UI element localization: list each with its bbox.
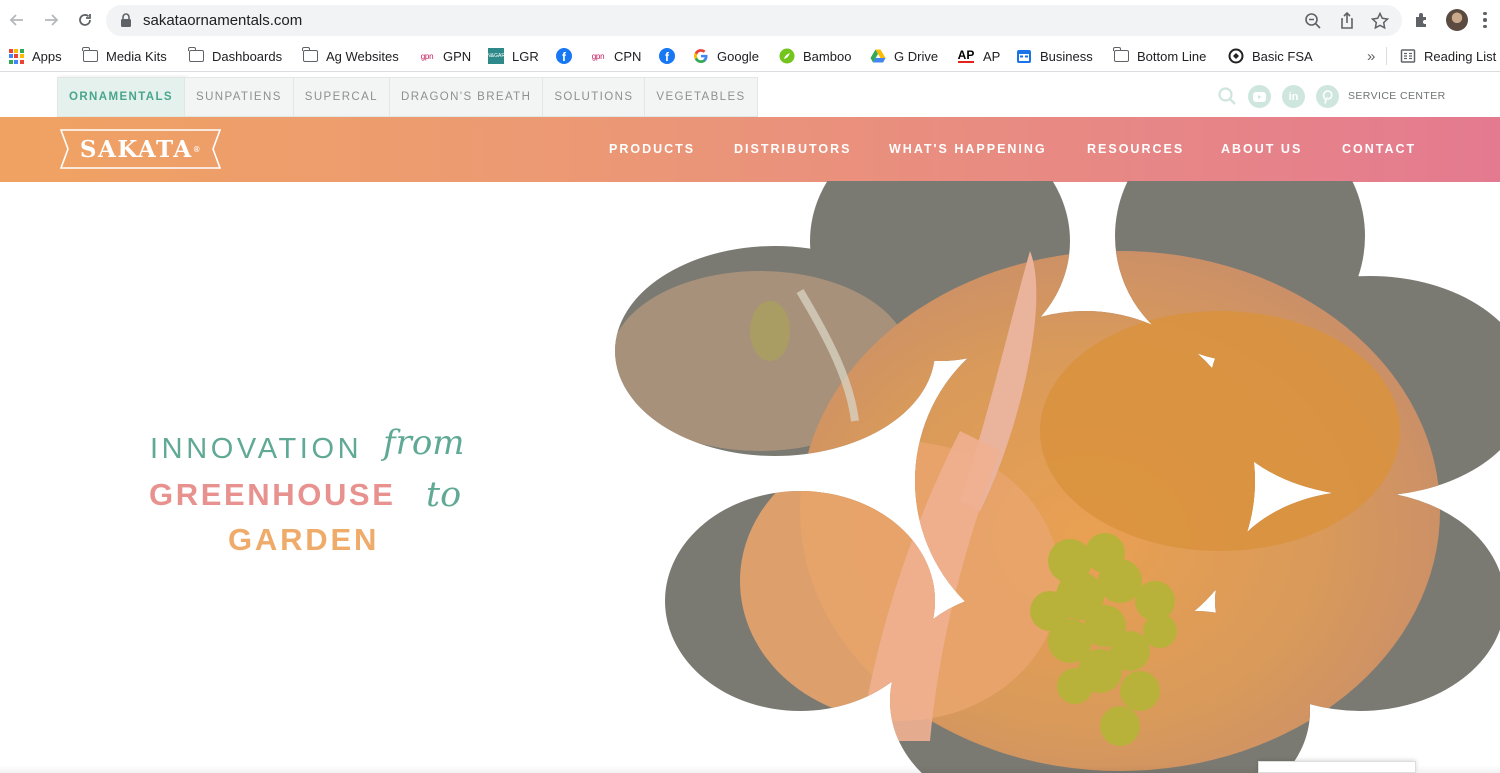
calendar-icon — [1016, 48, 1032, 64]
ap-icon: AP — [957, 48, 975, 63]
tab-vegetables[interactable]: VEGETABLES — [645, 77, 758, 117]
bookmark-basic-fsa[interactable]: Basic FSA — [1228, 46, 1313, 66]
gpn-icon: gpn — [420, 51, 434, 61]
tab-ornamentals[interactable]: ORNAMENTALS — [57, 77, 185, 117]
browser-menu-icon[interactable] — [1482, 10, 1488, 30]
bookmark-media-kits[interactable]: Media Kits — [81, 46, 167, 66]
nav-whats-happening[interactable]: WHAT'S HAPPENING — [889, 142, 1047, 156]
folder-icon — [1112, 47, 1129, 64]
youtube-icon[interactable] — [1248, 85, 1271, 108]
profile-avatar[interactable] — [1446, 9, 1468, 31]
bookmark-bamboo[interactable]: Bamboo — [779, 46, 851, 66]
hero-line-greenhouse: GREENHOUSE — [149, 477, 396, 512]
google-icon — [693, 48, 709, 64]
facebook-icon: f — [556, 48, 572, 64]
nav-distributors[interactable]: DISTRIBUTORS — [734, 142, 852, 156]
back-arrow-icon[interactable] — [6, 9, 28, 31]
lgr-icon: LAWN&GARDEN — [477, 48, 516, 64]
linkedin-icon[interactable]: in — [1282, 85, 1305, 108]
tab-sunpatiens[interactable]: SUNPATIENS — [185, 77, 294, 117]
tab-dragons-breath[interactable]: DRAGON'S BREATH — [389, 77, 544, 117]
reading-list-button[interactable]: Reading List — [1400, 46, 1496, 66]
hero-script-from: from — [383, 423, 465, 463]
folder-icon — [187, 47, 204, 64]
zoom-icon[interactable] — [1303, 11, 1323, 31]
bookmark-ag-websites[interactable]: Ag Websites — [301, 46, 399, 66]
pinterest-icon[interactable] — [1316, 85, 1339, 108]
hero-line-garden: GARDEN — [228, 522, 380, 557]
forward-arrow-icon[interactable] — [40, 9, 62, 31]
reload-icon[interactable] — [74, 9, 96, 31]
sakata-logo[interactable]: SAKATA ® — [60, 129, 221, 169]
bookmark-dashboards[interactable]: Dashboards — [187, 46, 282, 66]
bookmark-star-icon[interactable] — [1370, 11, 1390, 31]
website-viewport: ORNAMENTALS SUNPATIENS SUPERCAL DRAGON'S… — [0, 73, 1500, 773]
bamboo-icon — [779, 48, 795, 64]
bookmark-google[interactable]: Google — [693, 46, 759, 66]
site-search-icon[interactable] — [1217, 86, 1237, 106]
google-drive-icon — [870, 48, 886, 64]
tab-supercal[interactable]: SUPERCAL — [293, 77, 390, 117]
hero-flower-image — [615, 181, 1500, 773]
nav-about-us[interactable]: ABOUT US — [1221, 142, 1302, 156]
url-text[interactable]: sakataornamentals.com — [143, 12, 302, 29]
bookmark-cpn[interactable]: gpn CPN — [590, 46, 642, 66]
fsa-icon — [1228, 48, 1244, 64]
bookmark-business[interactable]: Business — [1016, 46, 1093, 66]
nav-resources[interactable]: RESOURCES — [1087, 142, 1184, 156]
reading-list-icon — [1400, 48, 1416, 64]
hero-script-to: to — [426, 475, 462, 515]
browser-toolbar: sakataornamentals.com — [0, 0, 1500, 40]
main-navigation-bar: SAKATA ® PRODUCTS DISTRIBUTORS WHAT'S HAP… — [0, 117, 1500, 182]
bookmark-facebook-1[interactable]: f — [556, 46, 580, 66]
bookmarks-overflow-chevron-icon[interactable]: » — [1367, 46, 1375, 66]
gpn-icon: gpn — [591, 51, 605, 61]
bookmark-apps[interactable]: Apps — [8, 46, 62, 66]
share-icon[interactable] — [1337, 11, 1357, 31]
bookmark-lgr[interactable]: LAWN&GARDEN LGR — [477, 46, 539, 66]
extensions-puzzle-icon[interactable] — [1412, 10, 1432, 30]
bookmark-bottom-line[interactable]: Bottom Line — [1112, 46, 1206, 66]
bookmarks-bar: Apps Media Kits Dashboards Ag Websites g… — [0, 40, 1500, 72]
brand-tabs: ORNAMENTALS SUNPATIENS SUPERCAL DRAGON'S… — [57, 77, 758, 117]
bookmark-ap[interactable]: AP AP — [957, 46, 1000, 66]
tab-solutions[interactable]: SOLUTIONS — [543, 77, 646, 117]
apps-grid-icon — [8, 48, 24, 64]
lock-icon[interactable] — [120, 13, 132, 27]
bookmark-facebook-2[interactable]: f — [659, 46, 683, 66]
bookmark-gpn[interactable]: gpn GPN — [419, 46, 471, 66]
bookmark-g-drive[interactable]: G Drive — [870, 46, 938, 66]
address-bar[interactable]: sakataornamentals.com — [106, 5, 1402, 36]
folder-icon — [81, 47, 98, 64]
folder-icon — [301, 47, 318, 64]
nav-contact[interactable]: CONTACT — [1342, 142, 1416, 156]
hero-line-innovation: INNOVATION — [150, 433, 363, 465]
bookmarks-divider — [1386, 47, 1387, 65]
facebook-icon: f — [659, 48, 675, 64]
floating-widget-tab[interactable] — [1258, 761, 1416, 773]
nav-products[interactable]: PRODUCTS — [609, 142, 695, 156]
service-center-link[interactable]: SERVICE CENTER — [1348, 90, 1446, 102]
